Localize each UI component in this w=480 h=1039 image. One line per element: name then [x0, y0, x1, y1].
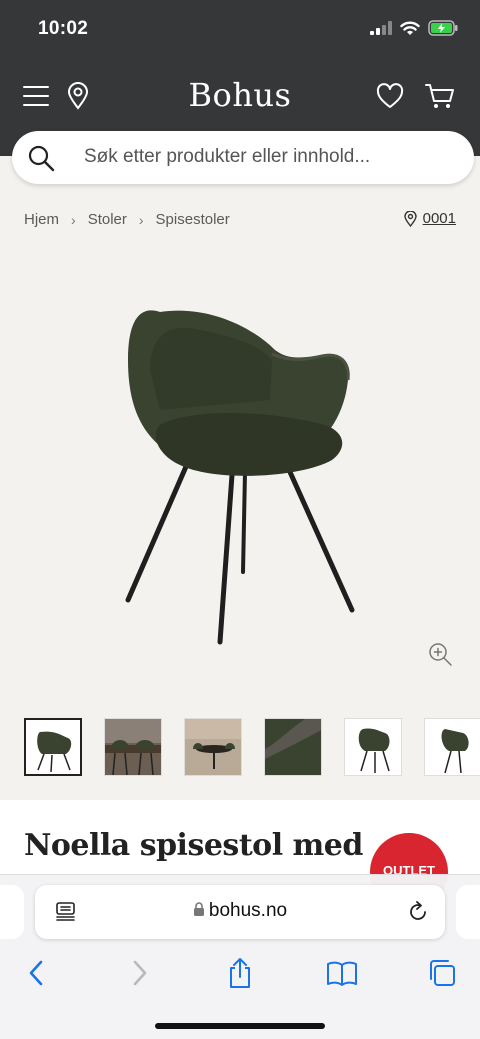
battery-icon: [428, 20, 458, 36]
thumbnail[interactable]: [424, 718, 480, 776]
next-tab-preview[interactable]: [456, 885, 480, 939]
thumbnail[interactable]: [264, 718, 322, 776]
breadcrumb-dining-chairs[interactable]: Spisestoler: [156, 211, 230, 228]
store-selector[interactable]: 0001: [403, 210, 456, 227]
share-icon[interactable]: [220, 955, 260, 991]
chevron-right-icon: ›: [71, 211, 76, 228]
site-header: Bohus: [0, 68, 480, 124]
store-code: 0001: [422, 210, 456, 227]
thumbnail[interactable]: [344, 718, 402, 776]
status-time: 10:02: [38, 18, 89, 39]
chevron-right-icon: ›: [138, 211, 144, 228]
breadcrumb: Hjem › Stoler › Spisestoler: [24, 211, 230, 228]
wifi-icon: [400, 21, 420, 35]
status-bar: 10:02: [0, 0, 480, 60]
product-title: Noella spisestol med: [24, 828, 363, 863]
home-indicator[interactable]: [155, 1023, 325, 1029]
previous-tab-preview[interactable]: [0, 885, 24, 939]
browser-toolbar: bohus.no: [0, 874, 480, 1039]
url-display: bohus.no: [35, 900, 445, 922]
breadcrumb-home[interactable]: Hjem: [24, 211, 59, 228]
thumbnail-strip: [24, 718, 480, 776]
cart-icon[interactable]: [424, 80, 456, 112]
search-placeholder: Søk etter produkter eller innhold...: [84, 146, 371, 167]
lock-icon: [193, 902, 204, 916]
status-icons: [370, 20, 458, 36]
thumbnail[interactable]: [104, 718, 162, 776]
product-image[interactable]: [0, 250, 480, 700]
site-logo[interactable]: Bohus: [0, 76, 480, 114]
back-icon[interactable]: [16, 955, 56, 991]
address-bar[interactable]: bohus.no: [35, 885, 445, 939]
breadcrumb-chairs[interactable]: Stoler: [88, 211, 127, 228]
reload-icon[interactable]: [407, 901, 429, 923]
thumbnail[interactable]: [24, 718, 82, 776]
thumbnail[interactable]: [184, 718, 242, 776]
forward-icon[interactable]: [120, 955, 160, 991]
search-icon: [28, 145, 55, 172]
bookmarks-icon[interactable]: [322, 955, 362, 991]
heart-icon[interactable]: [374, 80, 406, 112]
url-text: bohus.no: [208, 900, 288, 921]
tabs-icon[interactable]: [422, 955, 462, 991]
chair-illustration: [125, 310, 355, 645]
location-pin-icon: [403, 210, 417, 227]
signal-icon: [370, 21, 392, 35]
zoom-in-icon[interactable]: [427, 641, 453, 667]
search-input[interactable]: Søk etter produkter eller innhold...: [12, 131, 474, 184]
